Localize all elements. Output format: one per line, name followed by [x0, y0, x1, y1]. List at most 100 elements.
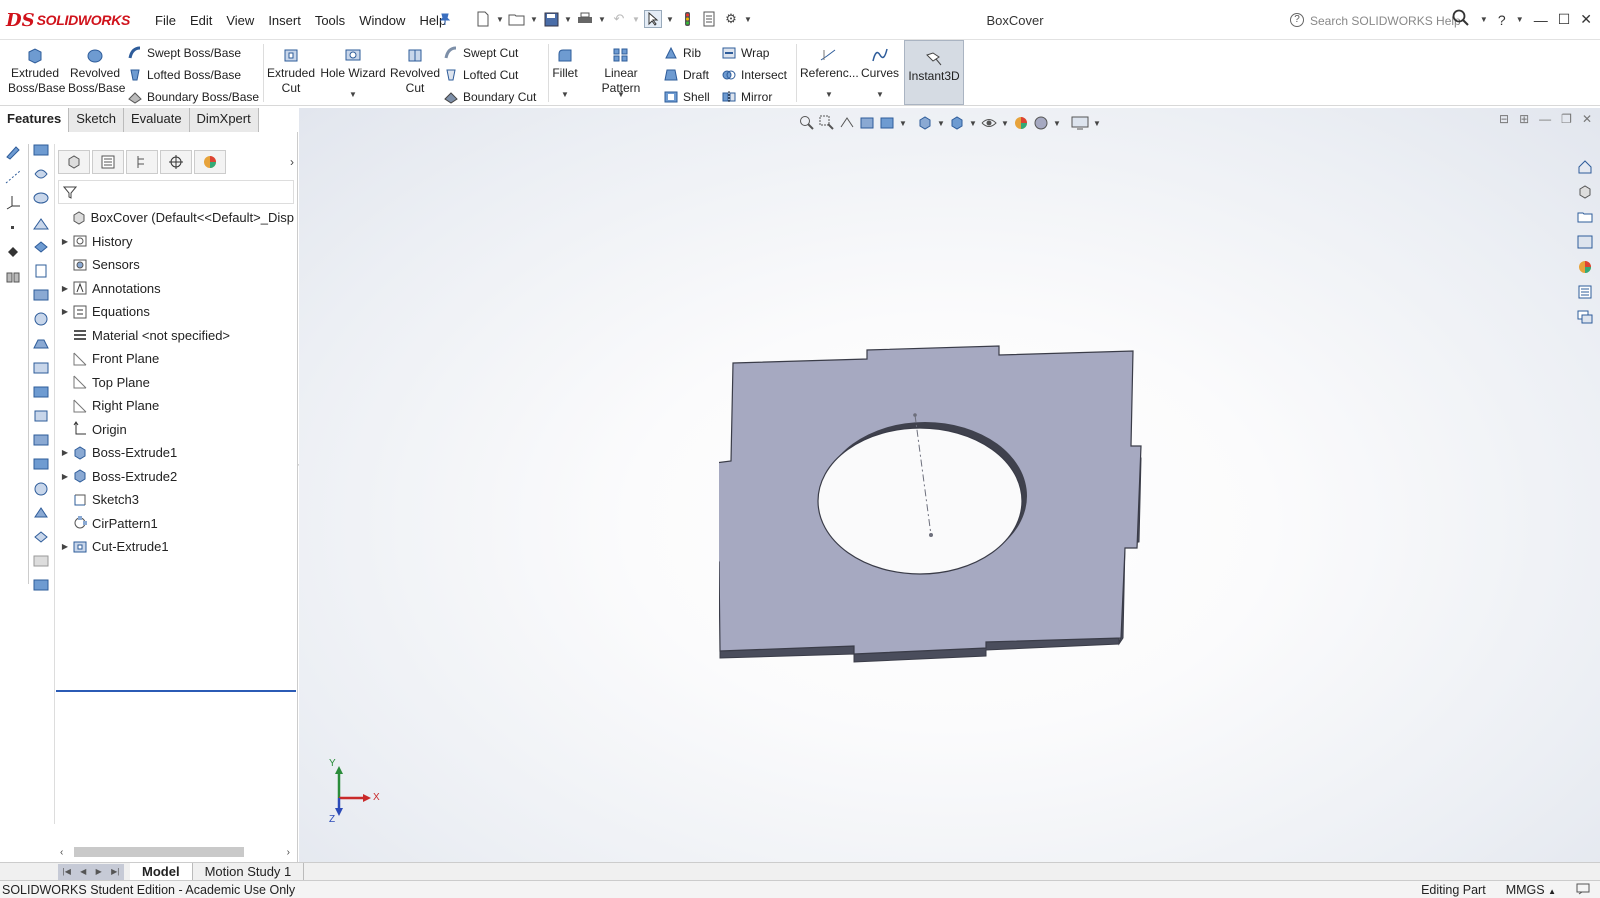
notification-icon[interactable] — [1576, 883, 1590, 898]
previous-view-icon[interactable] — [839, 115, 855, 131]
chevron-right-icon[interactable]: › — [290, 155, 294, 169]
fillet-button[interactable]: Fillet — [550, 46, 580, 81]
view-settings-caret-icon[interactable]: ▼ — [1093, 119, 1101, 128]
help-search-input[interactable]: ? Search SOLIDWORKS Help — [1288, 9, 1466, 33]
tree-item[interactable]: ▶ Cut-Extrude1 — [58, 535, 294, 559]
split-vertical-icon[interactable]: ⊞ — [1519, 112, 1529, 126]
expand-arrow-icon[interactable]: ▶ — [58, 448, 72, 457]
measure-icon[interactable] — [4, 269, 22, 285]
close-icon[interactable]: ✕ — [1580, 11, 1592, 28]
undo-icon[interactable]: ↶ — [610, 10, 628, 28]
pin-icon[interactable] — [436, 10, 454, 28]
display-style-icon[interactable] — [949, 115, 965, 131]
feature-shortcut-icon-6[interactable] — [32, 263, 50, 279]
dimxpert-manager-tab-icon[interactable] — [160, 150, 192, 174]
menu-window[interactable]: Window — [352, 10, 412, 31]
next-tab-icon[interactable]: ▶ — [96, 867, 102, 876]
save-icon[interactable] — [542, 10, 560, 28]
save-caret-icon[interactable]: ▼ — [564, 15, 572, 24]
section-view-icon[interactable] — [859, 115, 875, 131]
tree-item[interactable]: Right Plane — [58, 394, 294, 418]
minimize-icon[interactable]: — — [1534, 12, 1548, 28]
scroll-right-icon[interactable]: › — [287, 847, 290, 858]
boundary-boss-button[interactable]: Boundary Boss/Base — [128, 88, 259, 106]
feature-shortcut-icon-10[interactable] — [32, 360, 50, 376]
menu-file[interactable]: File — [148, 10, 183, 31]
rebuild-icon[interactable] — [678, 10, 696, 28]
tree-root-part[interactable]: BoxCover (Default<<Default>_Disp — [58, 206, 294, 230]
scroll-left-icon[interactable]: ‹ — [60, 847, 63, 858]
curves-caret-icon[interactable]: ▼ — [876, 90, 884, 99]
tab-model[interactable]: Model — [130, 862, 193, 881]
coordinate-axis-icon[interactable] — [4, 194, 22, 210]
menu-insert[interactable]: Insert — [261, 10, 308, 31]
zoom-to-fit-icon[interactable] — [799, 115, 815, 131]
revolved-cut-button[interactable]: Revolved Cut — [390, 46, 440, 96]
design-library-icon[interactable] — [1574, 181, 1596, 203]
print-caret-icon[interactable]: ▼ — [598, 15, 606, 24]
home-icon[interactable] — [1574, 156, 1596, 178]
tree-item[interactable]: ▶ Equations — [58, 300, 294, 324]
swept-cut-button[interactable]: Swept Cut — [444, 44, 518, 62]
expand-arrow-icon[interactable]: ▶ — [58, 237, 72, 246]
dynamic-annotation-icon[interactable] — [879, 115, 895, 131]
feature-shortcut-icon-5[interactable] — [32, 239, 50, 255]
view-orientation-icon[interactable] — [917, 115, 933, 131]
expand-arrow-icon[interactable]: ▶ — [58, 542, 72, 551]
mate-icon[interactable] — [4, 244, 22, 260]
split-horizontal-icon[interactable]: ⊟ — [1499, 112, 1509, 126]
custom-properties-icon[interactable] — [1574, 281, 1596, 303]
tree-item[interactable]: ▶ Boss-Extrude2 — [58, 465, 294, 489]
part-model[interactable] — [719, 338, 1159, 678]
menu-tools[interactable]: Tools — [308, 10, 352, 31]
feature-shortcut-icon-14[interactable] — [32, 456, 50, 472]
help-question-icon[interactable]: ? — [1498, 12, 1506, 28]
property-manager-tab-icon[interactable] — [92, 150, 124, 174]
display-manager-tab-icon[interactable] — [194, 150, 226, 174]
graphics-area[interactable]: ▼ ▼ ▼ ▼ ▼ ▼ ⊟ ⊞ — ❐ ✕ Y X Z — [299, 108, 1600, 862]
tab-sketch[interactable]: Sketch — [69, 108, 124, 132]
view-palette-icon[interactable] — [1574, 231, 1596, 253]
linear-pattern-button[interactable]: Linear Pattern — [584, 46, 658, 96]
search-caret-icon[interactable]: ▼ — [1480, 15, 1488, 24]
feature-shortcut-icon-11[interactable] — [32, 384, 50, 400]
feature-shortcut-icon-16[interactable] — [32, 505, 50, 521]
tree-item[interactable]: Front Plane — [58, 347, 294, 371]
search-icon[interactable] — [1452, 9, 1470, 30]
tab-dimxpert[interactable]: DimXpert — [189, 108, 259, 132]
hide-show-items-icon[interactable] — [981, 115, 997, 131]
feature-shortcut-icon-1[interactable] — [32, 142, 50, 158]
prev-tab-icon[interactable]: ◀ — [80, 867, 86, 876]
revolved-boss-button[interactable]: Revolved Boss/Base — [68, 46, 125, 96]
zoom-to-area-icon[interactable] — [819, 115, 835, 131]
hole-wizard-button[interactable]: Hole Wizard — [320, 46, 386, 81]
extruded-cut-button[interactable]: Extruded Cut — [266, 46, 316, 96]
undo-caret-icon[interactable]: ▼ — [632, 15, 640, 24]
select-cursor-icon[interactable] — [644, 10, 662, 28]
solidworks-logo[interactable]: DS SOLIDWORKS — [6, 5, 130, 35]
scrollbar-thumb[interactable] — [74, 847, 244, 857]
help-caret-icon[interactable]: ▼ — [1516, 15, 1524, 24]
apply-scene-caret-icon[interactable]: ▼ — [1053, 119, 1061, 128]
sketch-icon[interactable] — [4, 144, 22, 160]
feature-shortcut-icon-17[interactable] — [32, 529, 50, 545]
feature-manager-tab-icon[interactable] — [58, 150, 90, 174]
options-caret-icon[interactable]: ▼ — [744, 15, 752, 24]
open-folder-icon[interactable] — [508, 10, 526, 28]
feature-shortcut-icon-3[interactable] — [32, 190, 50, 206]
appearances-icon[interactable] — [1574, 256, 1596, 278]
dynamic-annotation-caret-icon[interactable]: ▼ — [899, 119, 907, 128]
apply-scene-icon[interactable] — [1033, 115, 1049, 131]
hide-show-caret-icon[interactable]: ▼ — [1001, 119, 1009, 128]
hole-wizard-caret-icon[interactable]: ▼ — [349, 90, 357, 99]
new-caret-icon[interactable]: ▼ — [496, 15, 504, 24]
feature-shortcut-icon-8[interactable] — [32, 311, 50, 327]
mirror-button[interactable]: Mirror — [722, 88, 772, 106]
lofted-boss-button[interactable]: Lofted Boss/Base — [128, 66, 241, 84]
tree-item[interactable]: CirPattern1 — [58, 512, 294, 536]
feature-shortcut-icon-19[interactable] — [32, 577, 50, 593]
lofted-cut-button[interactable]: Lofted Cut — [444, 66, 518, 84]
rib-button[interactable]: Rib — [664, 44, 701, 62]
maximize-icon[interactable]: ☐ — [1558, 11, 1571, 28]
viewport-close-icon[interactable]: ✕ — [1582, 112, 1592, 126]
